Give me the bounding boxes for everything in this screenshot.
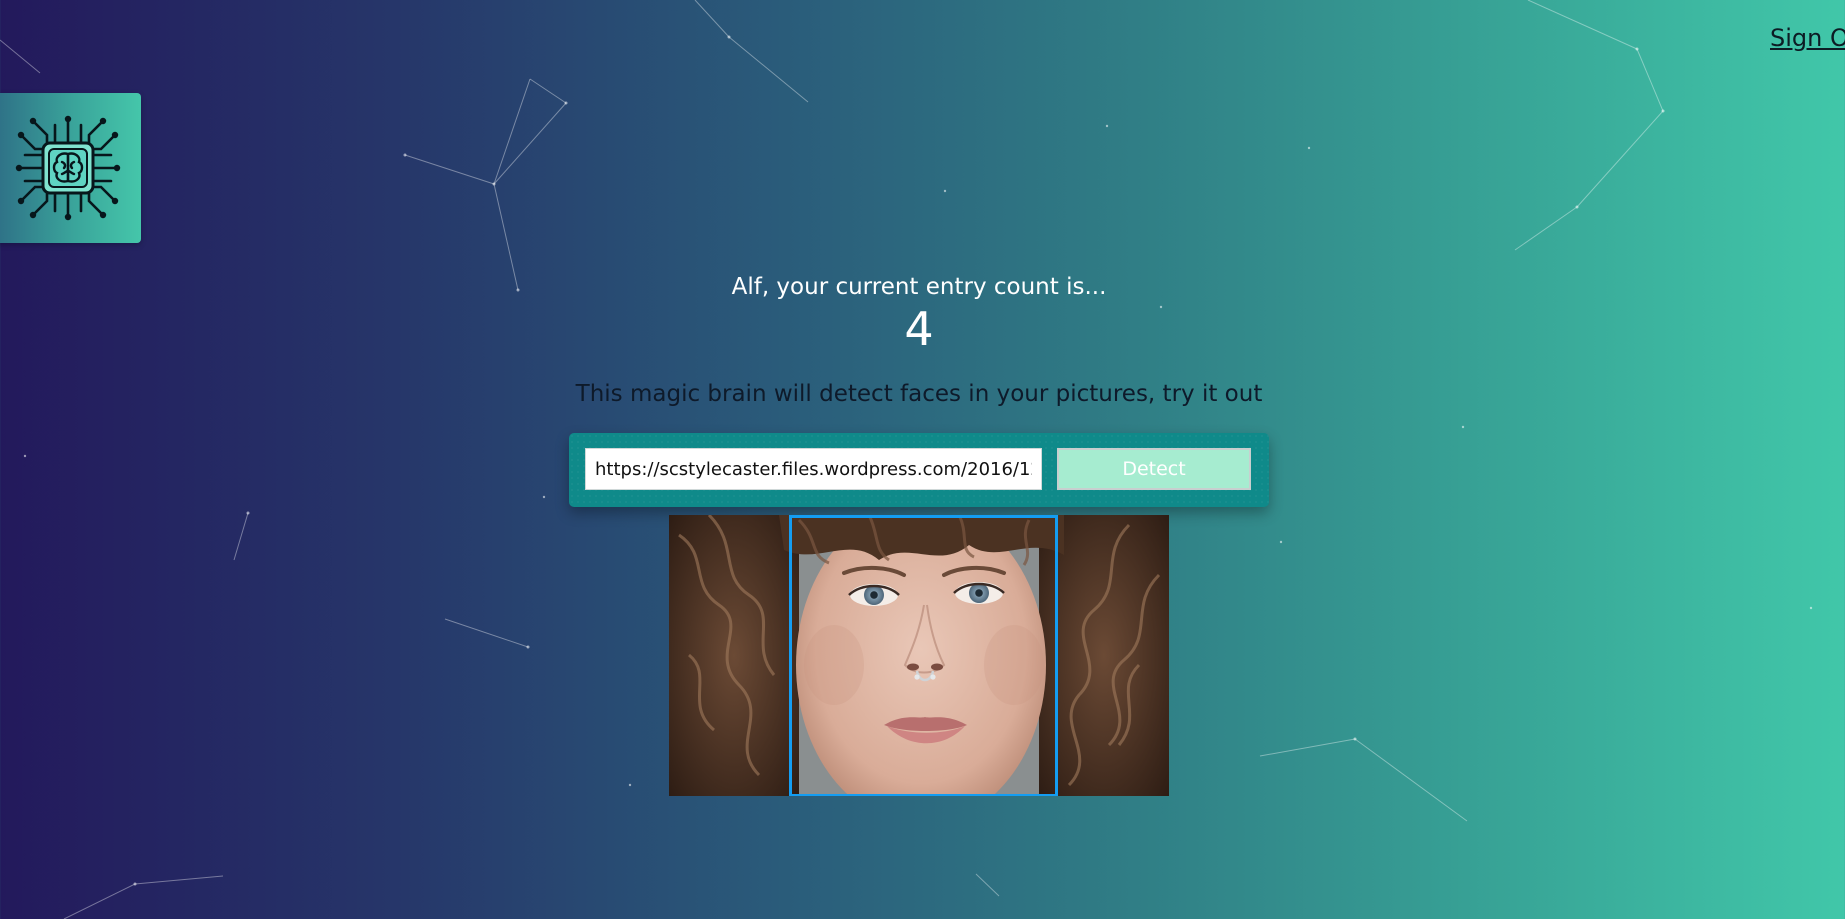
- logo[interactable]: [0, 93, 141, 243]
- entry-count-greeting: Alf, your current entry count is...: [731, 274, 1107, 300]
- tagline: This magic brain will detect faces in yo…: [575, 381, 1263, 407]
- sign-out-link[interactable]: Sign Out: [1770, 24, 1845, 52]
- image-url-input[interactable]: [585, 448, 1042, 490]
- face-image: [669, 515, 1169, 796]
- brain-chip-icon: [15, 115, 120, 221]
- entry-count-value: 4: [904, 302, 934, 356]
- image-link-form: Detect: [569, 433, 1269, 507]
- detect-button[interactable]: Detect: [1057, 448, 1251, 490]
- face-bounding-box: [789, 515, 1058, 796]
